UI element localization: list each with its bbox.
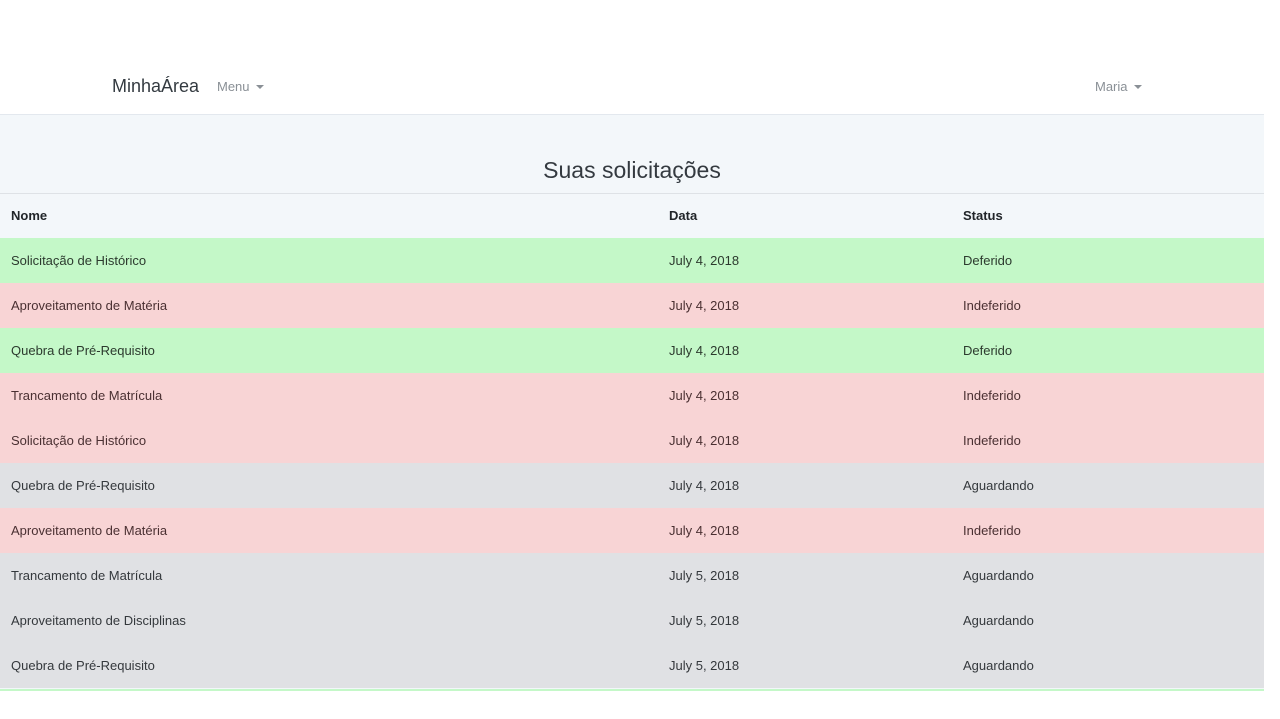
cell-data: July 4, 2018: [669, 343, 740, 358]
cell-nome: Aproveitamento de Matéria: [11, 523, 168, 538]
cell-data: July 4, 2018: [669, 433, 740, 448]
table-row[interactable]: Quebra de Pré-Requisito July 5, 2018 Aguar…: [0, 643, 1264, 688]
top-navbar: MinhaÁrea Menu Maria: [0, 60, 1264, 115]
cell-data: July 4, 2018: [669, 478, 740, 493]
cell-data: July 4, 2018: [669, 253, 740, 268]
cell-nome: Trancamento de Matrícula: [11, 568, 163, 583]
cell-data: July 5, 2018: [669, 658, 740, 673]
caret-down-icon: [255, 85, 264, 89]
menu-dropdown[interactable]: Menu: [217, 79, 264, 94]
table-body: Solicitação de Histórico July 4, 2018 Defe…: [0, 238, 1264, 688]
table-row[interactable]: Solicitação de Histórico July 4, 2018 Defe…: [0, 238, 1264, 283]
cell-status: Indeferido: [963, 433, 1021, 448]
brand-link[interactable]: MinhaÁrea: [112, 76, 199, 97]
cell-data: July 4, 2018: [669, 298, 740, 313]
table-row[interactable]: Quebra de Pré-Requisito July 4, 2018 Defer…: [0, 328, 1264, 373]
cell-data: July 5, 2018: [669, 568, 740, 583]
cell-status: Indeferido: [963, 388, 1021, 403]
column-header-status: Status: [963, 208, 1003, 223]
requests-table: Nome Data Status Solicitação de Históric…: [0, 193, 1264, 688]
cell-status: Aguardando: [963, 658, 1034, 673]
caret-down-icon: [1133, 85, 1142, 89]
cell-nome: Aproveitamento de Disciplinas: [11, 613, 186, 628]
table-header-row: Nome Data Status: [0, 194, 1264, 238]
main-content: Suas solicitações Nome Data Status Solic…: [0, 115, 1264, 691]
menu-dropdown-label: Menu: [217, 79, 250, 94]
table-row[interactable]: Aproveitamento de Matéria July 4, 2018 Ind…: [0, 508, 1264, 553]
cell-status: Aguardando: [963, 613, 1034, 628]
user-dropdown-label: Maria: [1095, 79, 1128, 94]
page-title: Suas solicitações: [543, 157, 721, 183]
cell-nome: Quebra de Pré-Requisito: [11, 343, 155, 358]
table-row[interactable]: Quebra de Pré-Requisito July 4, 2018 Aguar…: [0, 463, 1264, 508]
table-row[interactable]: Solicitação de Histórico July 4, 2018 Inde…: [0, 418, 1264, 463]
table-row[interactable]: Trancamento de Matrícula July 4, 2018 Inde…: [0, 373, 1264, 418]
cell-nome: Trancamento de Matrícula: [11, 388, 163, 403]
cell-nome: Aproveitamento de Matéria: [11, 298, 168, 313]
table-row[interactable]: Aproveitamento de Matéria July 4, 2018 Ind…: [0, 283, 1264, 328]
cell-status: Indeferido: [963, 523, 1021, 538]
table-row[interactable]: Trancamento de Matrícula July 5, 2018 Agua…: [0, 553, 1264, 598]
user-dropdown[interactable]: Maria: [1095, 79, 1142, 94]
column-header-nome: Nome: [11, 208, 48, 223]
cell-data: July 4, 2018: [669, 388, 740, 403]
cell-nome: Quebra de Pré-Requisito: [11, 658, 155, 673]
cell-status: Aguardando: [963, 568, 1034, 583]
cell-data: July 4, 2018: [669, 523, 740, 538]
cell-nome: Solicitação de Histórico: [11, 253, 147, 268]
cell-data: July 5, 2018: [669, 613, 740, 628]
next-row-edge: [0, 689, 1264, 691]
cell-status: Indeferido: [963, 298, 1021, 313]
cell-status: Aguardando: [963, 478, 1034, 493]
cell-status: Deferido: [963, 253, 1013, 268]
cell-status: Deferido: [963, 343, 1013, 358]
cell-nome: Quebra de Pré-Requisito: [11, 478, 155, 493]
column-header-data: Data: [669, 208, 698, 223]
cell-nome: Solicitação de Histórico: [11, 433, 147, 448]
table-row[interactable]: Aproveitamento de Disciplinas July 5, 201…: [0, 598, 1264, 643]
